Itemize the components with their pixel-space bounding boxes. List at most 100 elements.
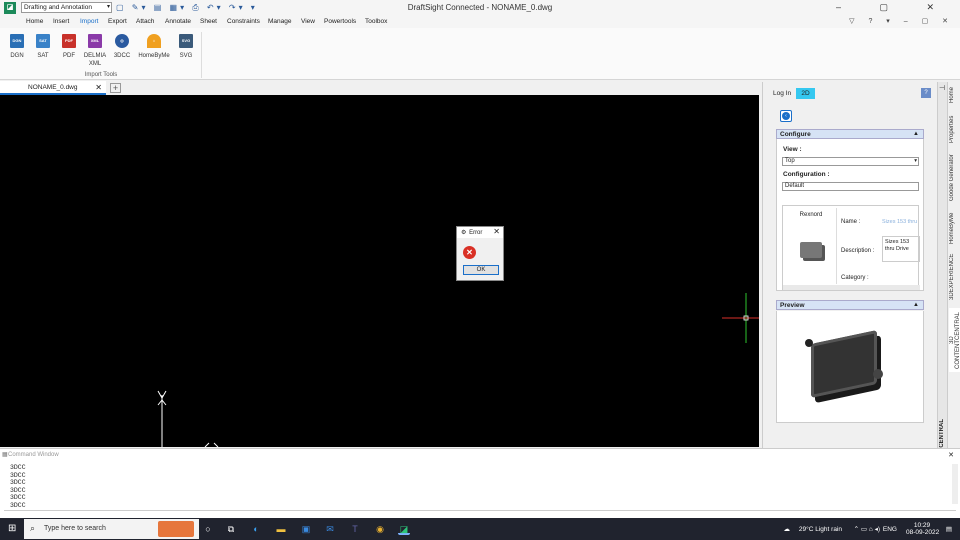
edge-browser-icon[interactable]: ◐ (250, 523, 262, 535)
name-label: Name : (841, 219, 861, 225)
import-sat-button[interactable]: SAT SAT (29, 34, 57, 60)
command-line: 3DCC (10, 494, 26, 502)
ok-button[interactable]: OK (463, 265, 499, 275)
mode-2d-toggle[interactable]: 2D (796, 88, 815, 99)
clock[interactable]: 10:29 08-09-2022 (906, 522, 940, 536)
menu-powertools[interactable]: Powertools (324, 18, 356, 25)
menu-toolbox[interactable]: Toolbox (365, 18, 387, 25)
mail-icon[interactable]: ✉ (324, 523, 336, 535)
3d-contentcentral-panel: Log In 2D ? ‹ Configure ▲ View : Top ▾ C… (762, 82, 937, 448)
menu-view[interactable]: View (301, 18, 315, 25)
crosshair-cursor (722, 293, 759, 343)
menu-home[interactable]: Home (26, 18, 43, 25)
menu-bar: Home Insert Import Export Attach Annotat… (0, 16, 960, 28)
import-delmia-xml-button[interactable]: XML DELMIA XML (81, 34, 109, 68)
collapse-caret-icon[interactable]: ▲ (913, 302, 919, 308)
category-label: Category : (841, 275, 869, 281)
tab-label: NONAME_0.dwg (28, 84, 78, 91)
back-arrow-icon: ‹ (782, 112, 790, 120)
task-view-icon[interactable]: ⧉ (225, 523, 237, 535)
3dcc-globe-icon: ◎ (115, 34, 129, 48)
delmia-xml-icon: XML (88, 34, 102, 48)
sidetab-3d-contentcentral[interactable]: 3D CONTENTCENTRAL (949, 308, 960, 372)
panel-edge-label: CENTRAL (939, 419, 945, 448)
error-icon: ✕ (463, 246, 476, 259)
collapse-caret-icon[interactable]: ▲ (913, 131, 919, 137)
login-link[interactable]: Log In (773, 90, 791, 97)
sidetab-home[interactable]: Home (949, 84, 960, 106)
import-homebyme-button[interactable]: ⌂ HomeByMe (136, 34, 172, 60)
card-scrollbar[interactable] (783, 285, 920, 290)
window-controls[interactable]: – ▢ ✕ (836, 2, 952, 13)
sidetab-properties[interactable]: Properties (949, 112, 960, 146)
ucs-icon (157, 390, 219, 447)
search-highlight-banner[interactable] (158, 521, 194, 537)
import-3dcc-button[interactable]: ◎ 3DCC (108, 34, 136, 60)
draftsight-taskbar-icon[interactable]: ◪ (398, 523, 410, 535)
pin-icon[interactable]: ⊣ (939, 84, 945, 92)
tray-icons[interactable]: ⌃ ▭ ⌂ ◂) (854, 525, 880, 533)
weather-icon[interactable]: ☁ (784, 525, 791, 533)
dialog-title: Error (469, 230, 483, 236)
menu-attach[interactable]: Attach (136, 18, 154, 25)
component-thumbnail[interactable]: Rexnord (785, 208, 837, 284)
menu-annotate[interactable]: Annotate (165, 18, 191, 25)
command-window-title: Command Window (8, 452, 59, 458)
language-indicator[interactable]: ENG (883, 526, 897, 533)
menu-import[interactable]: Import (80, 18, 98, 25)
new-tab-button[interactable]: + (110, 83, 121, 93)
description-label: Description : (841, 248, 875, 254)
import-pdf-button[interactable]: PDF PDF (55, 34, 83, 60)
menubar-right-controls[interactable]: ▽ ? ▾ – ▢ ✕ (849, 17, 954, 25)
file-explorer-icon[interactable]: ▬ (275, 523, 287, 535)
windows-taskbar: ⊞ ⌕ Type here to search ○ ⧉ ◐ ▬ ▣ ✉ T ◉ … (0, 518, 960, 540)
command-scrollbar[interactable] (952, 464, 958, 504)
dialog-titlebar: ⚙ Error ✕ (457, 227, 503, 238)
clock-date: 08-09-2022 (906, 529, 940, 536)
menu-manage[interactable]: Manage (268, 18, 292, 25)
import-dgn-button[interactable]: DGN DGN (3, 34, 31, 60)
close-icon[interactable]: ✕ (948, 451, 954, 459)
view-dropdown[interactable]: Top ▾ (782, 157, 919, 166)
name-value[interactable]: Sizes 153 thru (882, 219, 917, 225)
sidetab-goode-generator[interactable]: Goode Generator (949, 152, 960, 204)
svg-file-icon: SVG (179, 34, 193, 48)
view-label: View : (783, 146, 802, 153)
sidetab-homebyme[interactable]: HomeByMe (949, 210, 960, 246)
sidetab-3dexperience[interactable]: 3DEXPERIENCE (949, 252, 960, 302)
search-icon: ⌕ (30, 523, 36, 533)
windows-start-icon[interactable]: ⊞ (8, 523, 16, 534)
drawing-canvas[interactable] (0, 95, 759, 447)
document-tabstrip: NONAME_0.dwg ✕ + (0, 81, 760, 95)
gearbox-thumbnail-image (800, 242, 822, 258)
dialog-app-icon: ⚙ (461, 230, 467, 236)
panel-home-button[interactable]: ‹ (780, 110, 792, 122)
configure-section-header[interactable]: Configure ▲ (776, 129, 924, 139)
preview-section-header[interactable]: Preview ▲ (776, 300, 924, 310)
gearbox-shaft (873, 369, 883, 379)
component-name: Rexnord (799, 212, 823, 218)
tab-noname-0[interactable]: NONAME_0.dwg ✕ (0, 81, 106, 95)
configuration-field[interactable]: Default (782, 182, 919, 191)
panel-edge: ⊣ CENTRAL (937, 82, 947, 448)
cortana-icon[interactable]: ○ (202, 523, 214, 535)
menu-export[interactable]: Export (108, 18, 127, 25)
menu-insert[interactable]: Insert (53, 18, 69, 25)
command-line: 3DCC (10, 501, 26, 509)
clock-time: 10:29 (913, 522, 931, 529)
close-icon[interactable]: ✕ (95, 83, 102, 92)
help-icon[interactable]: ? (921, 88, 931, 98)
command-window: ▦ Command Window ✕ 3DCC 3DCC 3DCC 3DCC 3… (0, 448, 960, 518)
weather-text[interactable]: 29°C Light rain (799, 526, 842, 533)
store-icon[interactable]: ▣ (300, 523, 312, 535)
close-icon[interactable]: ✕ (493, 227, 500, 236)
import-svg-button[interactable]: SVG SVG (172, 34, 200, 60)
teams-icon[interactable]: T (349, 523, 361, 535)
chrome-icon[interactable]: ◉ (374, 523, 386, 535)
side-tabs: Home Properties Goode Generator HomeByMe… (947, 82, 960, 448)
menu-sheet[interactable]: Sheet (200, 18, 217, 25)
menu-constraints[interactable]: Constraints (227, 18, 260, 25)
notification-icon[interactable]: ▤ (946, 525, 952, 533)
pdf-file-icon: PDF (62, 34, 76, 48)
command-input[interactable] (4, 510, 956, 516)
